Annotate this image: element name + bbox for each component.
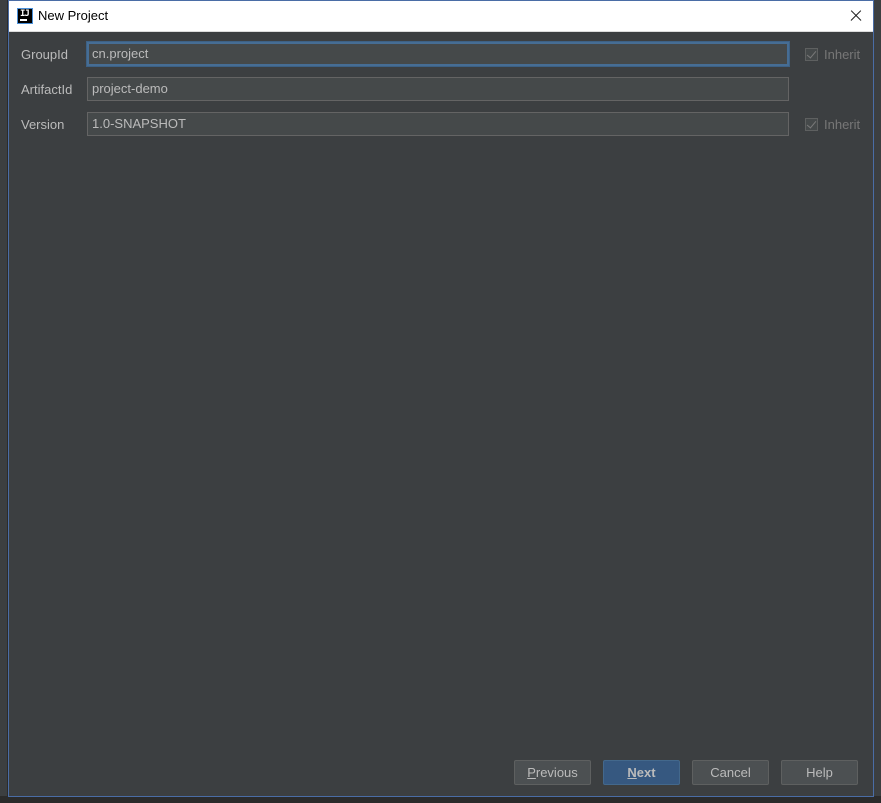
help-button[interactable]: Help [781, 760, 858, 785]
dialog-title: New Project [38, 8, 109, 23]
groupid-label: GroupId [21, 47, 68, 62]
intellij-idea-icon: IJ [17, 8, 33, 24]
background-ide-left [0, 0, 8, 803]
version-label: Version [21, 117, 65, 132]
artifactid-label: ArtifactId [21, 82, 73, 97]
groupid-inherit-checkbox[interactable]: Inherit [805, 47, 860, 62]
version-inherit-label: Inherit [824, 117, 861, 132]
previous-mnemonic: P [527, 765, 536, 780]
background-ide-right [873, 0, 881, 803]
groupid-inherit-label: Inherit [824, 47, 861, 62]
groupid-input[interactable]: cn.project [87, 42, 789, 66]
version-input[interactable]: 1.0-SNAPSHOT [87, 112, 789, 136]
next-mnemonic: N [627, 765, 637, 780]
artifactid-input[interactable]: project-demo [87, 77, 789, 101]
checkbox-checked-icon[interactable] [805, 118, 818, 131]
next-button[interactable]: Next [603, 760, 680, 785]
background-ide-bottom [0, 796, 881, 803]
dialog-titlebar[interactable]: IJ New Project [9, 1, 873, 32]
checkbox-checked-icon[interactable] [805, 48, 818, 61]
cancel-button[interactable]: Cancel [692, 760, 769, 785]
previous-label-rest: revious [535, 765, 578, 780]
close-button[interactable] [843, 4, 869, 28]
new-project-dialog: IJ New Project GroupId cn.project Inheri… [8, 0, 874, 797]
previous-button[interactable]: Previous [514, 760, 591, 785]
next-label-rest: ext [636, 765, 656, 780]
version-inherit-checkbox[interactable]: Inherit [805, 117, 860, 132]
